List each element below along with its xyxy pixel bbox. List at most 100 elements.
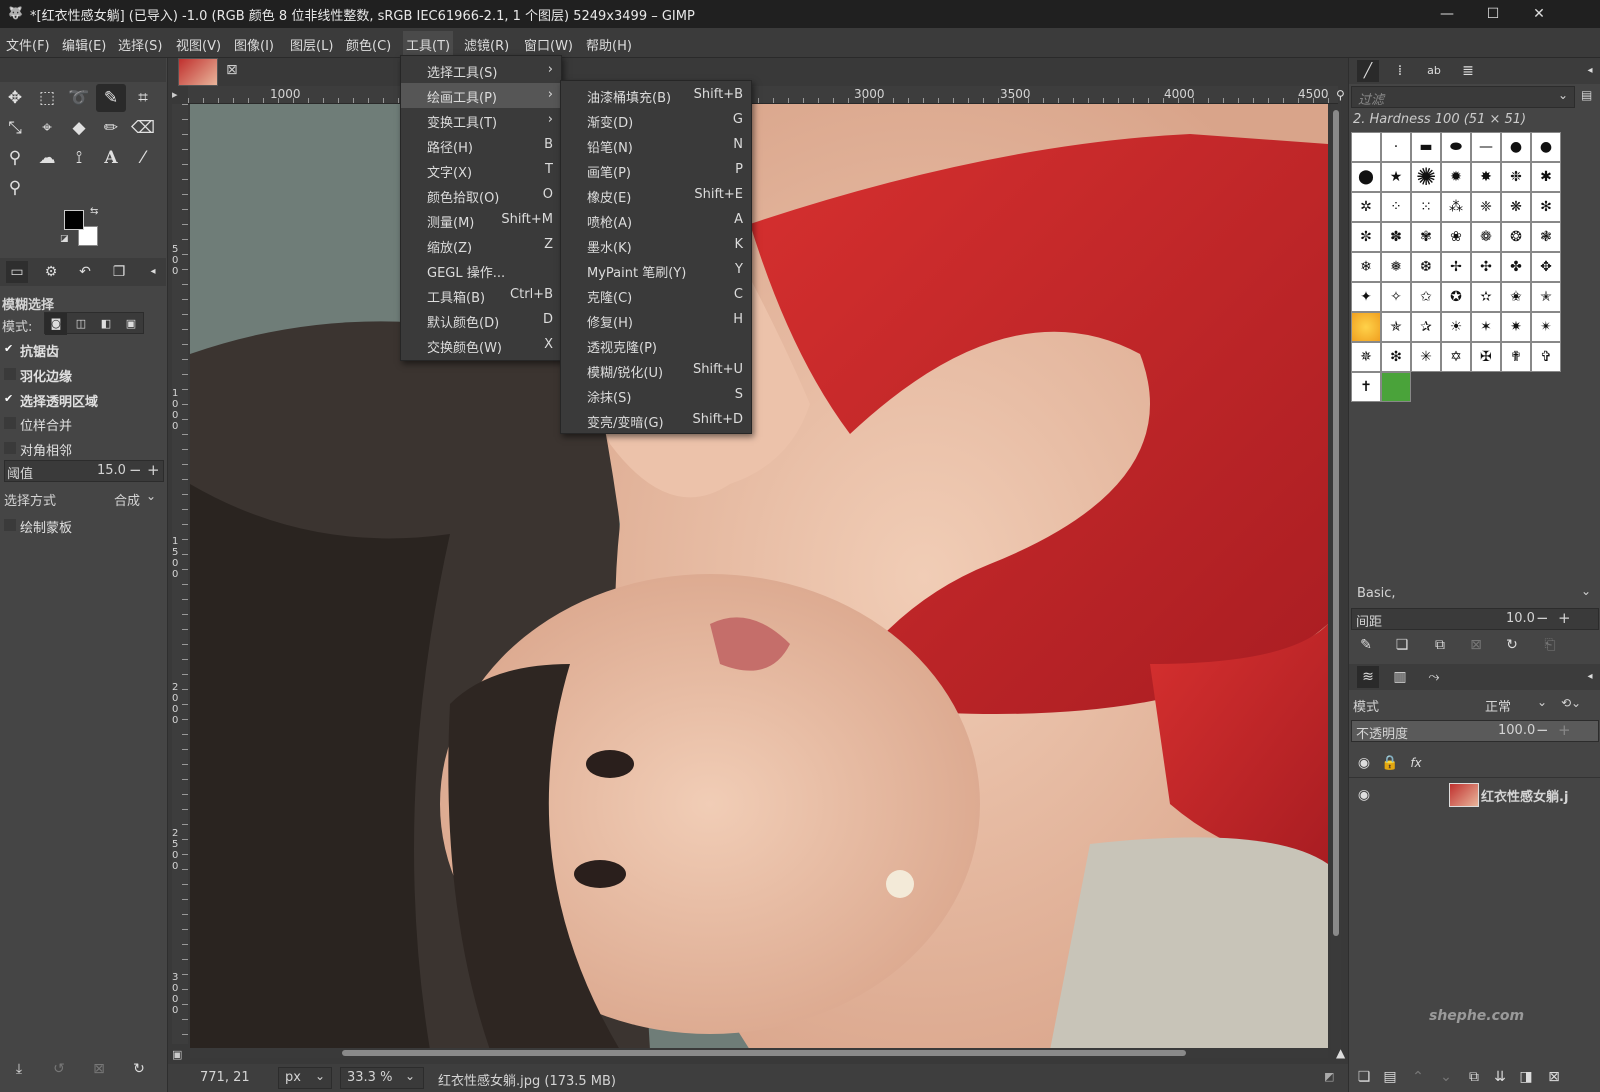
undo-history-tab-icon[interactable]: ↶ [74, 261, 96, 283]
bucket-fill-icon[interactable]: ◆ [64, 114, 94, 142]
diagonal-option[interactable]: 对角相邻 [0, 437, 166, 461]
brush-preset-swatch[interactable]: ✩ [1411, 282, 1441, 312]
maximize-button[interactable]: ☐ [1470, 0, 1516, 28]
vertical-scrollbar[interactable] [1331, 104, 1341, 1050]
brush-preset-swatch[interactable]: ✢ [1441, 252, 1471, 282]
horizontal-scrollbar[interactable] [190, 1048, 1328, 1058]
brush-preset-swatch[interactable]: ❂ [1501, 222, 1531, 252]
brush-preset-swatch[interactable]: ✼ [1351, 222, 1381, 252]
brush-preset-swatch[interactable]: ✥ [1531, 252, 1561, 282]
menu-item-bucket-fill[interactable]: 油漆桶填充(B) Shift+B [561, 83, 751, 108]
threshold-plus-icon[interactable]: + [147, 461, 160, 479]
brush-filter-input[interactable]: 过滤 ⌄ [1351, 86, 1575, 108]
minimize-button[interactable]: — [1424, 0, 1470, 28]
refresh-brushes-icon[interactable]: ↻ [1501, 634, 1523, 656]
fonts-tab-icon[interactable]: ab [1423, 60, 1445, 82]
tool-options-tab-icon[interactable]: ▭ [6, 261, 28, 283]
restore-options-icon[interactable]: ↺ [48, 1058, 70, 1080]
menu-view[interactable]: 视图(V) [176, 35, 221, 54]
feather-option[interactable]: 羽化边缘 [0, 363, 166, 387]
menu-item-paintbrush[interactable]: 画笔(P) P [561, 158, 751, 183]
device-status-tab-icon[interactable]: ⚙ [40, 261, 62, 283]
paths-tab-icon[interactable]: ⤳ [1423, 666, 1445, 688]
crop-icon[interactable]: ⌗ [128, 84, 158, 112]
fuzzy-select-icon[interactable]: ✎ [96, 84, 126, 112]
brush-preset-swatch[interactable]: ✳ [1411, 342, 1441, 372]
swap-colors-icon[interactable]: ⇆ [90, 206, 98, 217]
rect-select-icon[interactable]: ⬚ [32, 84, 62, 112]
brush-preset-swatch[interactable]: ▬ [1411, 132, 1441, 162]
brush-preset-swatch[interactable]: ✤ [1501, 252, 1531, 282]
layer-mode-dropdown[interactable]: 正常 ⌄ [1479, 694, 1555, 716]
spacing-plus-icon[interactable]: + [1558, 609, 1571, 627]
menu-item-transform-tools[interactable]: 变换工具(T) › [401, 108, 561, 133]
layer-row[interactable]: ◉ 红衣性感女躺.j [1349, 780, 1600, 810]
diagonal-checkbox[interactable] [4, 442, 16, 454]
unified-transform-icon[interactable]: ⤡ [0, 114, 30, 142]
brush-preset-swatch[interactable]: ⁘ [1381, 192, 1411, 222]
mode-subtract-icon[interactable]: ◧ [95, 313, 117, 335]
tab-menu-icon[interactable]: ◂ [142, 261, 164, 283]
brush-preset-swatch[interactable]: ❇ [1381, 342, 1411, 372]
anchor-layer-icon[interactable]: ⇊ [1489, 1066, 1511, 1088]
tab-menu-icon[interactable]: ◂ [1579, 666, 1600, 688]
zoom-follow-icon[interactable]: ⚲ [1336, 88, 1345, 102]
close-button[interactable]: ✕ [1516, 0, 1562, 28]
brush-preset-swatch[interactable]: ✶ [1471, 312, 1501, 342]
brush-preset-swatch[interactable]: ✠ [1471, 342, 1501, 372]
raise-layer-icon[interactable]: ⌃ [1407, 1066, 1429, 1088]
spacing-spin[interactable]: 间距 10.0 − + [1351, 608, 1599, 630]
brush-preset-swatch[interactable]: ✯ [1381, 312, 1411, 342]
default-colors-icon[interactable]: ◪ [60, 234, 69, 244]
threshold-minus-icon[interactable]: − [129, 461, 142, 479]
menu-filters[interactable]: 滤镜(R) [464, 35, 509, 54]
brush-preset-swatch[interactable]: ✰ [1411, 312, 1441, 342]
menu-colors[interactable]: 颜色(C) [346, 35, 391, 54]
brush-preset-swatch[interactable]: ✫ [1471, 282, 1501, 312]
paths-icon[interactable]: ⟟ [64, 144, 94, 172]
horizontal-scroll-thumb[interactable] [342, 1050, 1186, 1056]
paintbrush-icon[interactable]: ✏ [96, 114, 126, 142]
brush-preset-swatch[interactable]: ❄ [1351, 252, 1381, 282]
brush-preset-swatch[interactable]: ⬤ [1351, 162, 1381, 192]
new-layer-group-icon[interactable]: ▤ [1379, 1066, 1401, 1088]
text-tool-icon[interactable]: A [96, 144, 126, 172]
brush-preset-swatch[interactable]: ✾ [1411, 222, 1441, 252]
clone-icon[interactable]: ⚲ [0, 144, 30, 172]
brush-preset-swatch[interactable]: ✦ [1351, 282, 1381, 312]
zoom-dropdown[interactable]: 33.3 % ⌄ [340, 1067, 424, 1089]
menu-windows[interactable]: 窗口(W) [524, 35, 573, 54]
edit-brush-icon[interactable]: ✎ [1355, 634, 1377, 656]
brushes-tab-icon[interactable]: ╱ [1357, 60, 1379, 82]
select-by-dropdown[interactable]: 选择方式 合成 ⌄ [0, 488, 164, 510]
save-options-icon[interactable]: ⤓ [8, 1058, 30, 1080]
new-brush-icon[interactable]: ❏ [1391, 634, 1413, 656]
tab-menu-icon[interactable]: ◂ [1579, 60, 1600, 82]
canvas-menu-icon[interactable]: ▸ [172, 88, 178, 101]
menu-item-ink[interactable]: 墨水(K) K [561, 233, 751, 258]
brush-preset-swatch[interactable]: · [1381, 132, 1411, 162]
brush-preset-swatch[interactable]: ✞ [1531, 342, 1561, 372]
menu-item-paths[interactable]: 路径(H) B [401, 133, 561, 158]
menu-edit[interactable]: 编辑(E) [62, 35, 106, 54]
delete-options-icon[interactable]: ⊠ [88, 1058, 110, 1080]
navigate-icon[interactable]: ▲ [1336, 1046, 1345, 1060]
brush-preset-swatch[interactable]: ✵ [1351, 342, 1381, 372]
brush-preset-swatch[interactable]: ✭ [1531, 282, 1561, 312]
sample-merged-option[interactable]: 位样合并 [0, 412, 166, 436]
menu-item-toolbox[interactable]: 工具箱(B) Ctrl+B [401, 283, 561, 308]
sample-merged-checkbox[interactable] [4, 417, 16, 429]
layers-tab-icon[interactable]: ≋ [1357, 666, 1379, 688]
spacing-minus-icon[interactable]: − [1536, 609, 1549, 627]
menu-item-default-colors[interactable]: 默认颜色(D) D [401, 308, 561, 333]
lower-layer-icon[interactable]: ⌄ [1435, 1066, 1457, 1088]
menu-item-pencil[interactable]: 铅笔(N) N [561, 133, 751, 158]
brush-preset-swatch[interactable] [1381, 372, 1411, 402]
image-canvas[interactable] [190, 104, 1328, 1050]
menu-item-blur-sharpen[interactable]: 模糊/锐化(U) Shift+U [561, 358, 751, 383]
opacity-spin[interactable]: 不透明度 100.0 − + [1351, 720, 1599, 742]
close-image-tab-icon[interactable]: ⊠ [226, 62, 238, 78]
menu-item-eraser[interactable]: 橡皮(E) Shift+E [561, 183, 751, 208]
brush-preset-swatch[interactable]: ⁙ [1411, 192, 1441, 222]
menu-item-mypaint-brush[interactable]: MyPaint 笔刷(Y) Y [561, 258, 751, 283]
